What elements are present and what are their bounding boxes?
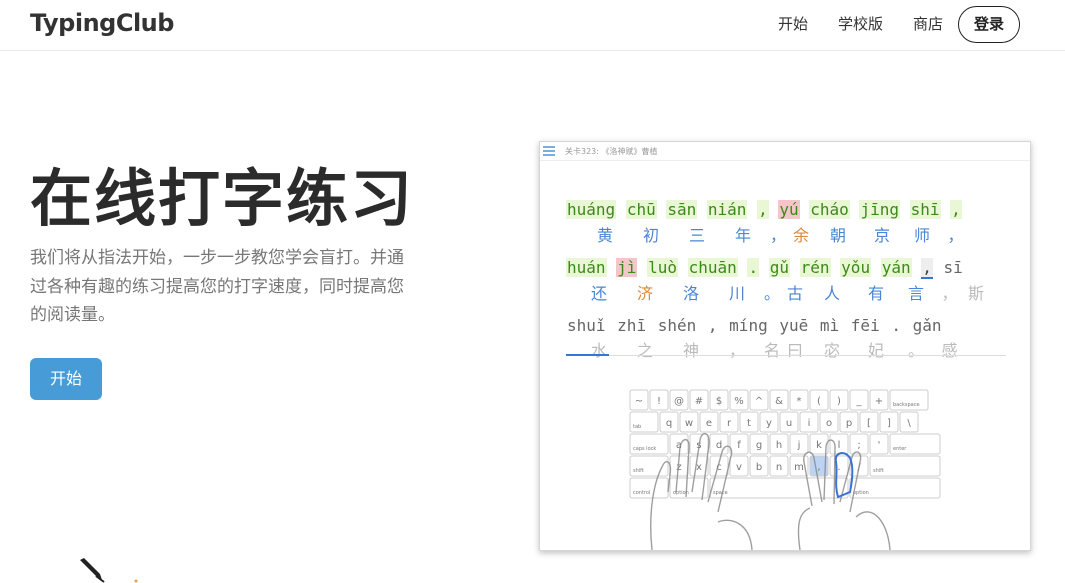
hanzi-char: 之 [636,341,653,360]
pinyin-word: chū [625,200,657,219]
hanzi-char: 朝 [829,226,846,245]
hanzi-line-2: 还 济 洛 川。古 人 有 言 ， 斯 [576,280,991,304]
pinyin-word: , [950,200,962,219]
hanzi-char: 洛 [682,284,699,303]
pinyin-word: jīng [859,200,900,219]
keyboard-key-label: $ [716,396,722,407]
hanzi-char: 名 [763,341,780,360]
start-button[interactable]: 开始 [30,358,102,400]
keyboard-key-label: * [797,396,802,407]
hanzi-char: 宓 [823,341,840,360]
pinyin-word: nián [706,200,748,219]
pinyin-word: gǔ [768,258,790,277]
preview-toolbar: 关卡323: 《洛神赋》曹植 [540,142,1030,161]
pinyin-word: jì [616,258,638,277]
hanzi-char: ， [769,226,786,245]
typing-cursor [566,354,609,356]
hanzi-char: 黄 [596,226,613,245]
keyboard-key-label: & [775,396,783,407]
hanzi-char: 初 [642,226,659,245]
pinyin-word: fēi [850,316,880,335]
keyboard-key-label: ! [657,396,661,407]
pinyin-word: zhī [617,316,647,335]
pinyin-word: , [757,200,769,219]
hanzi-char: 神 [682,341,699,360]
pinyin-word: , [707,316,718,335]
hanzi-char: 古 [786,284,803,303]
hands-icon [650,433,891,550]
hanzi-char: 人 [823,284,840,303]
nav-school-edition[interactable]: 学校版 [838,0,883,50]
hanzi-line-1: 黄 初 三 年 ， 余 朝 京 师 ， [582,222,967,246]
hanzi-char: 年 [734,226,751,245]
typing-preview: 关卡323: 《洛神赋》曹植 huáng chū sān nián , yú c… [539,141,1031,551]
hanzi-char: ， [947,226,964,245]
line-divider [566,355,1006,356]
pinyin-word: , [921,258,933,279]
pinyin-word: . [747,258,760,277]
pinyin-word: mì [819,316,840,335]
hanzi-char: 曰 [786,341,803,360]
hanzi-char: ， [728,341,745,360]
pinyin-word: cháo [809,200,850,219]
pinyin-word: huáng [566,200,617,219]
pinyin-word: shén [657,316,697,335]
menu-icon[interactable] [543,146,555,156]
pinyin-word: yán [880,258,912,277]
keyboard-key-label: _ [856,396,863,407]
keyboard-key-label: ( [817,396,821,407]
hanzi-char: 川 [728,284,745,303]
keyboard-key-label: ^ [755,396,763,407]
keyboard-key-label: ) [837,396,841,407]
pinyin-line-3: shuǐ zhī shén , míng yuē mì fēi . gǎn [566,316,943,335]
keyboard-key-label: % [734,396,744,407]
pinyin-word: yú [778,200,800,219]
pinyin-word: sī [943,258,963,277]
hanzi-char: 京 [873,226,890,245]
pinyin-word: chuān [687,258,738,277]
hanzi-char: 有 [867,284,884,303]
hanzi-char: 。 [763,284,780,303]
pinyin-word: luò [647,258,678,277]
hanzi-char: 三 [688,226,705,245]
nav-start[interactable]: 开始 [778,0,808,50]
pen-illustration-icon [80,558,138,583]
lesson-title: 关卡323: 《洛神赋》曹植 [565,147,658,156]
hanzi-char: 。 [907,341,924,360]
pinyin-word: yuē [779,316,809,335]
nav-store[interactable]: 商店 [913,0,943,50]
logo[interactable]: TypingClub [30,9,174,37]
hanzi-char: 言 [907,284,924,303]
pinyin-line-1: huáng chū sān nián , yú cháo jīng shī , [566,200,962,219]
hanzi-char: 妃 [867,341,884,360]
hanzi-char: 师 [913,226,930,245]
pinyin-word: sān [666,200,698,219]
keyboard-key-label: @ [674,396,684,407]
pinyin-word: yǒu [840,258,872,277]
hanzi-char: 水 [590,341,607,360]
pinyin-word: míng [729,316,768,335]
keyboard-key-label: ~ [635,396,643,407]
hanzi-line-3: 水 之 神 ， 名曰 宓 妃 。感 [576,337,961,361]
hero-title: 在线打字练习 [30,162,415,235]
keyboard-key-label: + [875,396,883,407]
hanzi-char: 还 [590,284,607,303]
login-button[interactable]: 登录 [958,6,1020,43]
pinyin-word: rén [799,258,831,277]
pinyin-word: huán [566,258,607,277]
hanzi-char: 余 [792,226,809,245]
pinyin-word: gǎn [912,316,942,335]
keyboard-key-label: backspace [893,402,920,408]
pinyin-word: shuǐ [567,316,606,335]
hanzi-char: 斯 [967,284,984,303]
pinyin-word: . [891,316,901,335]
site-header: TypingClub 开始 学校版 商店 登录 [0,0,1065,51]
pinyin-line-2: huán jì luò chuān . gǔ rén yǒu yán , sī [566,258,964,279]
hero-description: 我们将从指法开始，一步一步教您学会盲打。并通过各种有趣的练习提高您的打字速度，同… [30,248,404,325]
pinyin-word: shī [909,200,941,219]
hanzi-char: ， [941,284,958,303]
hanzi-char: 感 [941,341,958,360]
hanzi-char: 济 [636,284,653,303]
keyboard-key-label: # [695,396,703,407]
